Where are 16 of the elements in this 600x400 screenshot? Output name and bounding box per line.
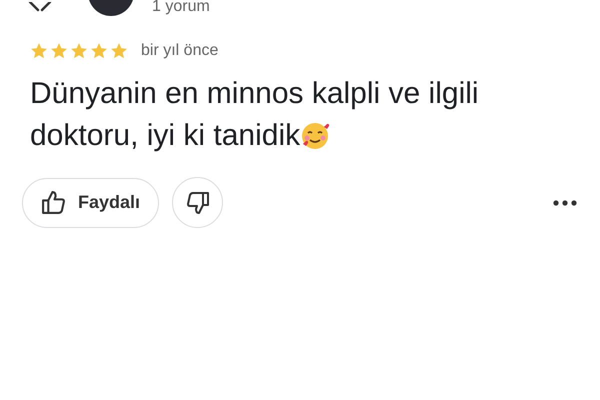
review-count: 1 yorum: [152, 0, 210, 15]
star-icon: [110, 42, 128, 60]
thumbs-up-icon: [41, 190, 66, 215]
review-text-line: doktoru, iyi ki tanidik: [30, 118, 300, 154]
review-text-line: Dünyanin en minnos kalpli ve ilgili: [30, 76, 479, 112]
star-icon: [50, 42, 68, 60]
close-icon[interactable]: [28, 2, 52, 12]
star-icon: [70, 42, 88, 60]
star-icon: [90, 42, 108, 60]
review-time: bir yıl önce: [141, 41, 218, 61]
helpful-button[interactable]: Faydalı: [22, 178, 160, 228]
smiling-face-with-hearts-icon: [300, 121, 330, 151]
more-options-icon[interactable]: [553, 200, 577, 206]
star-icon: [30, 42, 48, 60]
thumbs-down-button[interactable]: [172, 177, 224, 228]
thumbs-down-icon: [186, 190, 210, 214]
